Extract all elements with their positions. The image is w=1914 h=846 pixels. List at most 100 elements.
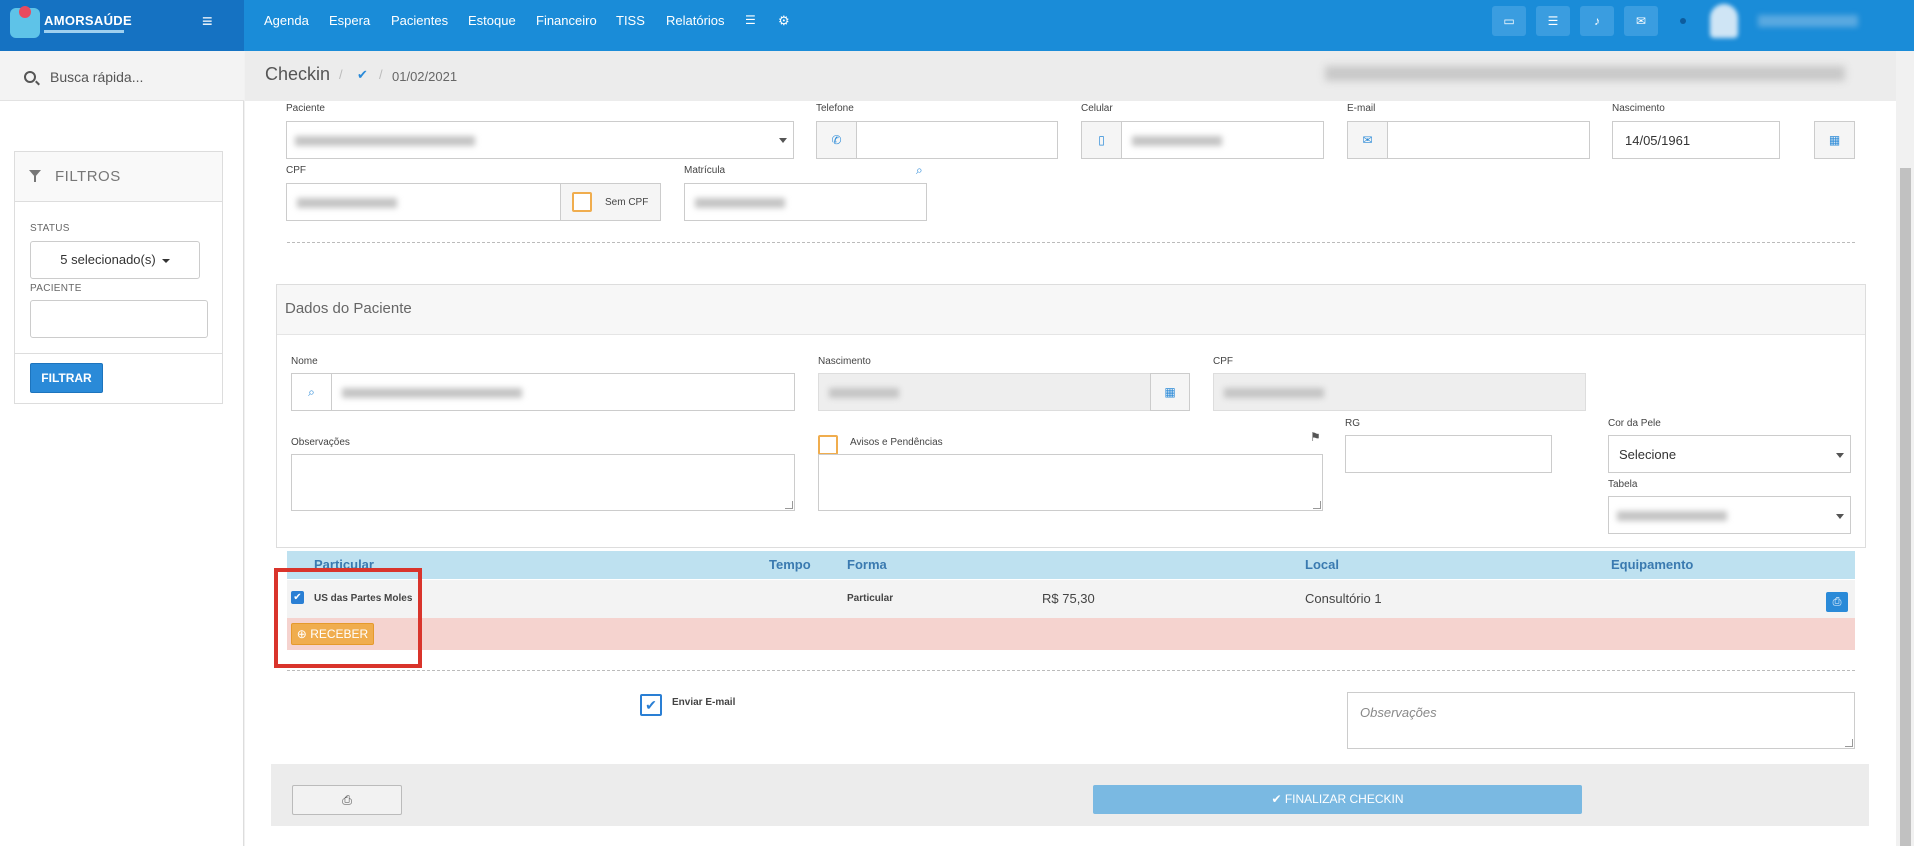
nav-financeiro[interactable]: Financeiro: [536, 13, 597, 28]
celular-input[interactable]: [1121, 121, 1324, 159]
brand-tagline: [44, 30, 124, 33]
status-value: 5 selecionado(s): [60, 252, 156, 267]
rg-label: RG: [1345, 418, 1360, 429]
flag-icon[interactable]: ⚑: [1310, 430, 1321, 444]
paciente-filter-input[interactable]: [30, 300, 208, 338]
filters-panel: FILTROS STATUS 5 selecionado(s) PACIENTE…: [14, 151, 223, 404]
filters-title: FILTROS: [55, 168, 121, 185]
email-input[interactable]: [1387, 121, 1590, 159]
sidebar: Busca rápida... FILTROS STATUS 5 selecio…: [0, 51, 244, 846]
finalizar-checkin-button[interactable]: ✔ FINALIZAR CHECKIN: [1093, 785, 1582, 814]
matricula-input[interactable]: [684, 183, 927, 221]
quick-search-label: Busca rápida...: [50, 69, 144, 85]
nascimento-input[interactable]: 14/05/1961: [1612, 121, 1780, 159]
nascimento-label: Nascimento: [1612, 103, 1665, 114]
th-tempo: Tempo: [769, 557, 811, 572]
telefone-label: Telefone: [816, 103, 854, 114]
cpf-label: CPF: [1213, 356, 1233, 367]
annotation-highlight: [274, 568, 422, 668]
search-icon[interactable]: ⌕: [916, 163, 923, 178]
celular-value-blurred: [1132, 136, 1222, 146]
avisos-textarea[interactable]: [818, 454, 1323, 511]
caret-down-icon: [1836, 453, 1844, 458]
search-icon: [24, 71, 36, 83]
nome-value-blurred: [342, 388, 522, 398]
filter-button[interactable]: FILTRAR: [30, 363, 103, 393]
caret-down-icon: [779, 138, 787, 143]
nav-agenda[interactable]: Agenda: [264, 13, 309, 28]
nascimento-value: 14/05/1961: [1625, 133, 1691, 148]
avatar[interactable]: [1710, 4, 1738, 38]
hamburger-menu-icon[interactable]: ≡: [202, 12, 220, 30]
paciente-label: PACIENTE: [30, 283, 82, 294]
telefone-input[interactable]: [856, 121, 1058, 159]
print-icon[interactable]: ⎙: [1826, 592, 1848, 612]
observacoes-placeholder: Observações: [1360, 705, 1437, 720]
cpf-label: CPF: [286, 165, 306, 176]
nome-input[interactable]: [331, 373, 795, 411]
divider: [287, 670, 1855, 671]
rg-input[interactable]: [1345, 435, 1552, 473]
phone-icon: ✆: [816, 121, 857, 159]
avisos-checkbox[interactable]: [818, 435, 838, 455]
status-select[interactable]: 5 selecionado(s): [30, 241, 200, 279]
inbox-icon[interactable]: ▭: [1492, 6, 1526, 36]
filters-header: FILTROS: [15, 152, 222, 202]
cor-select[interactable]: Selecione: [1608, 435, 1851, 473]
celular-label: Celular: [1081, 103, 1113, 114]
cpf-input[interactable]: [286, 183, 561, 221]
filter-icon: [29, 170, 41, 182]
observacoes-label: Observações: [291, 437, 350, 448]
sem-cpf-addon[interactable]: Sem CPF: [560, 183, 661, 221]
quick-search[interactable]: Busca rápida...: [0, 51, 244, 101]
th-local: Local: [1305, 557, 1339, 572]
dados-nascimento-blurred: [829, 388, 899, 398]
enviar-email-checkbox[interactable]: ✔: [640, 694, 662, 716]
payment-row: [287, 618, 1855, 650]
list-icon[interactable]: ☰: [1536, 6, 1570, 36]
nav-estoque[interactable]: Estoque: [468, 13, 516, 28]
logo-icon: [10, 6, 40, 38]
th-forma: Forma: [847, 557, 887, 572]
scrollbar-thumb[interactable]: [1900, 168, 1911, 846]
tabela-value-blurred: [1617, 511, 1727, 521]
th-equipamento: Equipamento: [1611, 557, 1694, 572]
procedures-table-header: Particular Tempo Forma Local Equipamento: [287, 551, 1855, 579]
dados-cpf-blurred: [1224, 388, 1324, 398]
mobile-icon: ▯: [1081, 121, 1122, 159]
nav-relatorios[interactable]: Relatórios: [666, 13, 725, 28]
cor-value: Selecione: [1619, 447, 1677, 462]
tabela-select[interactable]: [1608, 496, 1851, 534]
paciente-select[interactable]: [286, 121, 794, 159]
nascimento-label: Nascimento: [818, 356, 871, 367]
cor-label: Cor da Pele: [1608, 418, 1661, 429]
search-icon[interactable]: ⌕: [291, 373, 332, 411]
dados-cpf-input[interactable]: [1213, 373, 1586, 411]
caret-down-icon: [161, 258, 170, 263]
nav-pacientes[interactable]: Pacientes: [391, 13, 448, 28]
database-icon[interactable]: ☰: [745, 13, 756, 27]
chat-icon[interactable]: ✉: [1624, 6, 1658, 36]
gear-icon[interactable]: ⚙: [778, 13, 790, 29]
forma-value: Particular: [847, 593, 894, 604]
dados-nascimento-input[interactable]: [818, 373, 1151, 411]
tabela-label: Tabela: [1608, 479, 1638, 490]
print-button[interactable]: ⎙: [292, 785, 402, 815]
finalizar-label: FINALIZAR CHECKIN: [1284, 792, 1404, 806]
observacoes-textarea[interactable]: [291, 454, 795, 511]
breadcrumb-date: 01/02/2021: [392, 69, 458, 84]
nav-espera[interactable]: Espera: [329, 13, 370, 28]
calendar-icon[interactable]: ▦: [1814, 121, 1855, 159]
local-value: Consultório 1: [1305, 591, 1382, 606]
breadcrumb-separator: /: [379, 67, 383, 82]
brand-name: AMORSAÚDE: [44, 13, 132, 28]
footer-bar: [271, 764, 1869, 826]
sem-cpf-checkbox[interactable]: [572, 192, 592, 212]
final-observacoes-textarea[interactable]: Observações: [1347, 692, 1855, 749]
calendar-icon[interactable]: ▦: [1150, 373, 1190, 411]
user-name-blurred[interactable]: [1758, 15, 1858, 27]
enviar-email-label: Enviar E-mail: [672, 697, 736, 708]
bell-icon[interactable]: ♪: [1580, 6, 1614, 36]
nav-tiss[interactable]: TISS: [616, 13, 645, 28]
paciente-label: Paciente: [286, 103, 325, 114]
